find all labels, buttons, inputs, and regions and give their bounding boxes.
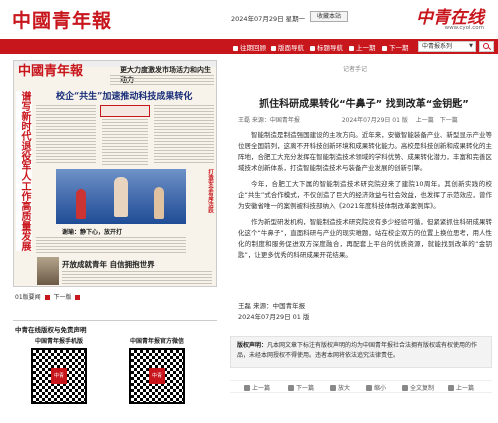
arrow-right-icon — [382, 45, 387, 51]
top-header: 中國青年報 2024年07月29日 星期一 收藏本站 中青在线 www.cyol… — [0, 0, 498, 36]
paper-side-headline[interactable]: 打造安全有序活跃 — [190, 169, 214, 239]
toolbar-zoom-out[interactable]: 缩小 — [366, 383, 386, 392]
article-paragraph: 今年，合肥工大下属的智能制造技术研究院迎来了建院10周年。其创新实践的校企“共生… — [238, 180, 492, 210]
article-body: 智能制造是制造强国建设的主攻方向。近年来，安徽智能装备产业、新型显示产业等位居全… — [238, 130, 492, 266]
search-button[interactable] — [479, 41, 494, 52]
qr-wechat-label: 中国青年报官方微信 — [129, 338, 184, 345]
toolbar-next[interactable]: 下一篇 — [288, 383, 314, 392]
newspaper-page[interactable]: 中國青年報 更大力度激发市场活力和内生动力 谱写新时代退役军人工作高质量发展新篇… — [13, 60, 217, 287]
chevron-down-icon: ▼ — [469, 43, 473, 49]
nav-history[interactable]: 往期回顾 — [233, 42, 266, 52]
favorite-button[interactable]: 收藏本站 — [310, 11, 348, 22]
toolbar-zoom-in[interactable]: 放大 — [330, 383, 350, 392]
article-paragraph: 智能制造是制造强国建设的主攻方向。近年来，安徽智能装备产业、新型显示产业等位居全… — [238, 131, 492, 172]
qr-center-logo: 中青 — [51, 368, 67, 384]
prev-article-link[interactable]: 上一篇 — [416, 115, 434, 124]
copyright-notice: 版权声明：凡本网文章下标注有版权声明的均为中国青年报社合法拥有版权或有权使用的作… — [230, 336, 492, 368]
paper-bottom-headline[interactable]: 开放成就青年 自信拥抱世界 — [62, 259, 155, 270]
qr-mobile-label: 中国青年报手机版 — [34, 338, 83, 345]
article-paragraph: 作为新型研发机构，智能制造技术研究院没有多少经验可循，但紧紧抓住科研成果转化这个… — [238, 218, 492, 259]
qr-center-logo: 中青 — [149, 368, 165, 384]
paper-bottom-photo[interactable] — [37, 257, 59, 285]
prev-icon — [244, 385, 250, 391]
zoom-in-icon — [330, 385, 336, 391]
qr-mobile: 中国青年报手机版 中青 — [22, 336, 96, 404]
qr-code-image: 中青 — [31, 348, 87, 404]
next-page-link[interactable]: 下一版 — [53, 294, 71, 301]
paper-series-select[interactable]: 中青报系列 ▼ — [418, 41, 476, 52]
article-signature: 王磊 来源：中国青年报 2024年07月29日 01 版 — [238, 302, 310, 321]
article-toolbar: 上一篇 下一篇 放大 缩小 全文复制 上一篇 — [230, 380, 492, 393]
arrow-left-icon — [349, 45, 354, 51]
next-page-arrow-icon[interactable] — [75, 294, 81, 300]
site-url: www.cyol.com — [444, 25, 484, 31]
grid-icon — [271, 45, 276, 51]
current-date: 2024年07月29日 星期一 — [231, 15, 306, 23]
nav-bar: 往期回顾 版面导航 标题导航 上一期 下一期 中青报系列 ▼ — [0, 39, 498, 54]
page-pager: 01版要闻 下一版 — [15, 292, 82, 301]
paper-vertical-headline[interactable]: 谱写新时代退役军人工作高质量发展新篇章 — [16, 91, 32, 251]
article-meta: 王磊 来源：中国青年报 2024年07月29日 01 版 上一篇 下一篇 — [238, 115, 458, 124]
qr-wechat: 中国青年报官方微信 中青 — [120, 336, 194, 404]
paper-photo[interactable] — [56, 169, 186, 224]
qr-code-image: 中青 — [129, 348, 185, 404]
next-icon — [288, 385, 294, 391]
nav-next-issue[interactable]: 下一期 — [382, 42, 409, 52]
nav-page-nav[interactable]: 版面导航 — [271, 42, 304, 52]
next-page-icon — [44, 294, 50, 300]
paper-main-headline[interactable]: 校企“共生”加速推动科技成果转化 — [56, 89, 192, 102]
next-article-link[interactable]: 下一篇 — [440, 115, 458, 124]
disclaimer-panel-title: 中青在线版权与免责声明 — [13, 320, 217, 334]
current-page-label: 01版要闻 — [15, 294, 41, 301]
article-title: 抓住科研成果转化“牛鼻子” 找到改革“金钥匙” — [259, 99, 469, 110]
paper-masthead: 中國青年報 — [18, 64, 84, 79]
nav-prev-issue[interactable]: 上一期 — [349, 42, 376, 52]
toolbar-copy[interactable]: 全文复制 — [402, 383, 434, 392]
nav-title-nav[interactable]: 标题导航 — [310, 42, 343, 52]
article-column: 记者手记 — [343, 66, 368, 73]
list-icon — [310, 45, 315, 51]
zoom-out-icon — [366, 385, 372, 391]
toolbar-prev[interactable]: 上一篇 — [244, 383, 270, 392]
up-arrow-icon — [448, 385, 454, 391]
toolbar-top[interactable]: 上一篇 — [448, 383, 474, 392]
paper-sub-headline[interactable]: 谢瑜：静下心，放开打 — [62, 227, 122, 236]
article-highlight-box[interactable] — [100, 105, 150, 117]
copy-icon — [402, 385, 408, 391]
site-logo[interactable]: 中國青年報 — [12, 6, 112, 33]
calendar-icon — [233, 45, 238, 51]
